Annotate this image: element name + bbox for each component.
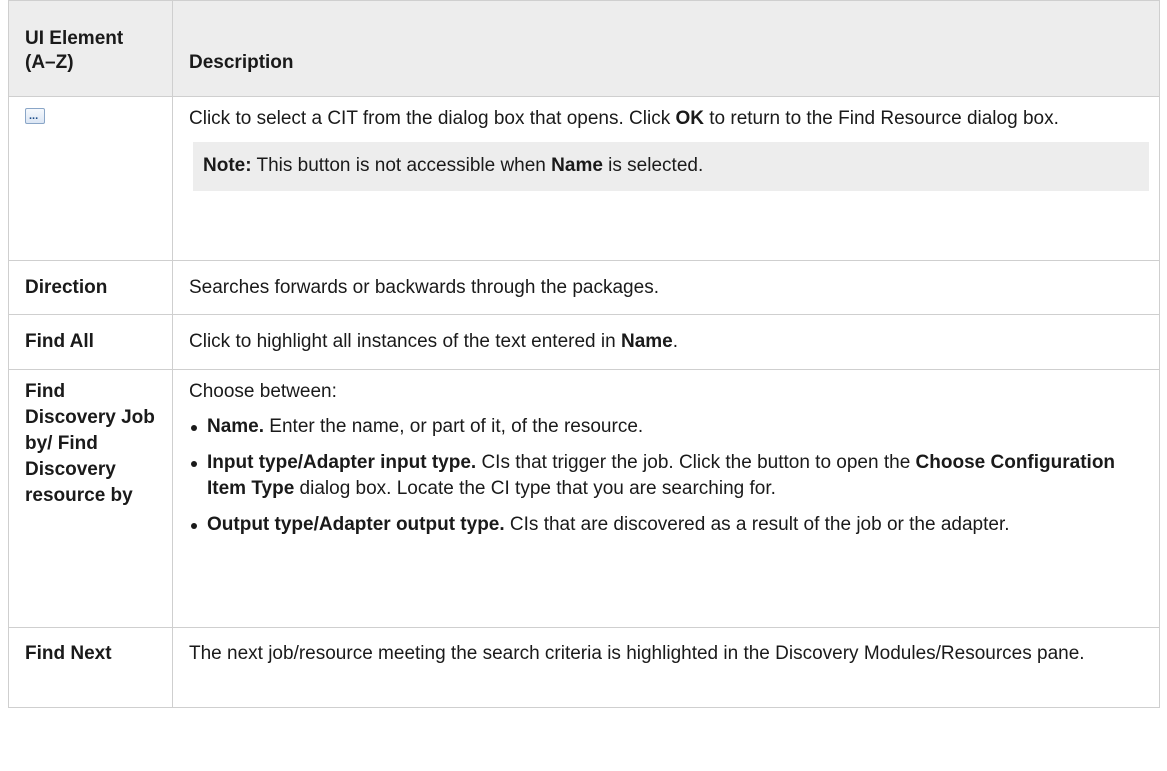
ui-element-table: UI Element (A–Z) Description ... Click t… [8,0,1160,708]
table-header-row: UI Element (A–Z) Description [8,0,1160,97]
table-row: Direction Searches forwards or backwards… [8,260,1160,315]
ui-element-cell: Find Discovery Job by/ Find Discovery re… [8,369,173,628]
table-row: Find All Click to highlight all instance… [8,314,1160,370]
table-row: ... Click to select a CIT from the dialo… [8,96,1160,261]
column-header-ui-element: UI Element (A–Z) [8,0,173,97]
table-row: Find Next The next job/resource meeting … [8,627,1160,708]
column-header-description: Description [172,0,1160,97]
note-box: Note: This button is not accessible when… [193,142,1149,191]
list-item: Input type/Adapter input type. CIs that … [189,450,1143,502]
option-list: Name. Enter the name, or part of it, of … [189,414,1143,538]
note-label: Note: [203,155,252,176]
description-cell: The next job/resource meeting the search… [172,627,1160,708]
description-cell: Click to select a CIT from the dialog bo… [172,96,1160,261]
description-intro: Choose between: [189,381,337,402]
description-cell: Searches forwards or backwards through t… [172,260,1160,315]
ui-element-cell: Direction [8,260,173,315]
description-cell: Choose between: Name. Enter the name, or… [172,369,1160,628]
list-item: Output type/Adapter output type. CIs tha… [189,512,1143,538]
description-cell: Click to highlight all instances of the … [172,314,1160,370]
list-item: Name. Enter the name, or part of it, of … [189,414,1143,440]
ui-element-cell: Find All [8,314,173,370]
table-row: Find Discovery Job by/ Find Discovery re… [8,369,1160,628]
ui-element-cell: ... [8,96,173,261]
ui-element-cell: Find Next [8,627,173,708]
description-text: Click to select a CIT from the dialog bo… [189,108,1059,129]
ellipsis-button-icon: ... [25,108,45,124]
